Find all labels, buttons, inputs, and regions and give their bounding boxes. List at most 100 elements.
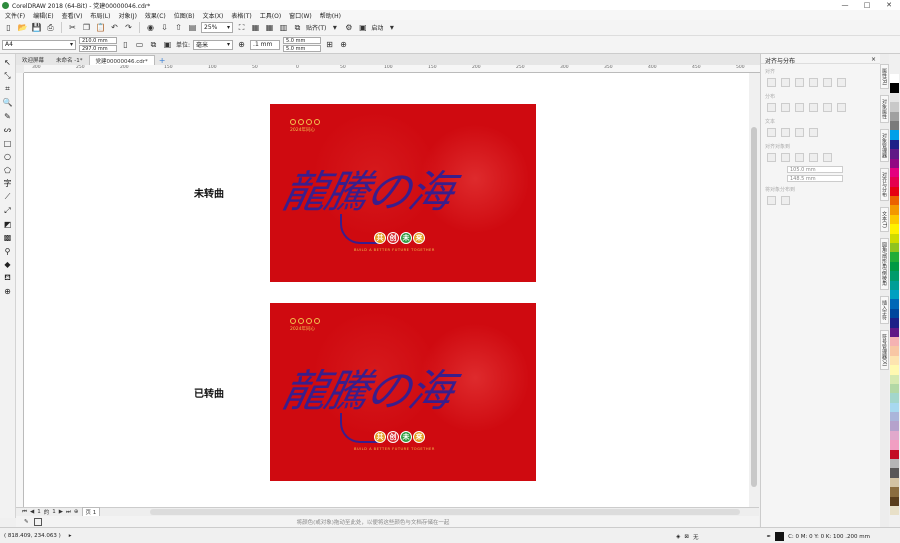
palette-swatch[interactable] [890, 459, 899, 469]
vertical-ruler[interactable] [16, 73, 24, 507]
next-page-icon[interactable]: ▶ [59, 509, 63, 515]
undo-icon[interactable]: ↶ [109, 22, 120, 33]
application-launcher-icon[interactable]: ▣ [357, 22, 368, 33]
palette-swatch[interactable] [890, 102, 899, 112]
vertical-scrollbar[interactable] [749, 73, 759, 507]
palette-swatch[interactable] [890, 412, 899, 422]
all-pages-icon[interactable]: ⧉ [148, 39, 159, 50]
landscape-icon[interactable]: ▭ [134, 39, 145, 50]
distribute-center-icon[interactable] [781, 103, 790, 112]
tab-fillet-chamfer[interactable]: 圆角/扇形角/倒棱角 [880, 238, 889, 290]
active-objects-icon[interactable] [767, 153, 776, 162]
palette-swatch[interactable] [890, 468, 899, 478]
palette-swatch[interactable] [890, 421, 899, 431]
palette-swatch[interactable] [890, 355, 899, 366]
palette-swatch[interactable] [890, 83, 899, 93]
drawing-canvas[interactable]: 未转曲 2024年同心 龍騰の海 共 创 未 来 BUILD A BETTER … [24, 73, 749, 507]
new-document-icon[interactable]: ▯ [3, 22, 14, 33]
text-outline-icon[interactable] [809, 128, 818, 137]
palette-swatch[interactable] [890, 496, 899, 506]
menu-table[interactable]: 表格(T) [228, 11, 256, 20]
eyedropper-tool-icon[interactable]: ⚲ [2, 246, 14, 257]
page-edge-icon[interactable] [781, 153, 790, 162]
palette-swatch[interactable] [890, 299, 899, 309]
menu-edit[interactable]: 编辑(E) [30, 11, 58, 20]
options-gear-icon[interactable]: ⚙ [343, 22, 354, 33]
text-bounding-box-icon[interactable] [795, 128, 804, 137]
specified-point-icon[interactable] [823, 153, 832, 162]
tab-text[interactable]: 文本(T) [880, 207, 889, 233]
import-icon[interactable]: ⇩ [159, 22, 170, 33]
paste-icon[interactable]: 📋 [95, 22, 106, 33]
current-page-number[interactable]: 1 [37, 509, 41, 515]
distribute-spacing-icon[interactable] [809, 103, 818, 112]
portrait-icon[interactable]: ▯ [120, 39, 131, 50]
menu-help[interactable]: 帮助(H) [317, 11, 346, 20]
palette-swatch[interactable] [890, 214, 899, 225]
full-screen-icon[interactable]: ⛶ [236, 22, 247, 33]
chevron-down-icon[interactable]: ▾ [386, 22, 397, 33]
horizontal-ruler[interactable]: 300 250 200 150 100 50 0 50 100 150 200 … [24, 65, 760, 73]
tab-active-document[interactable]: 党建00000046.cdr* [88, 55, 155, 65]
first-page-icon[interactable]: ⏮ [22, 509, 27, 516]
palette-swatch[interactable] [890, 346, 899, 356]
current-page-icon[interactable]: ▣ [162, 39, 173, 50]
menu-text[interactable]: 文本(X) [200, 11, 229, 20]
tab-symbol-manager[interactable]: 符号管理器(X) [880, 329, 889, 371]
zoom-tool-icon[interactable]: 🔍 [2, 98, 14, 109]
y-position-field[interactable]: 148.5 mm [787, 175, 843, 182]
menu-tools[interactable]: 工具(O) [257, 11, 286, 20]
selection-extent-icon[interactable] [767, 196, 776, 205]
align-center-h-icon[interactable] [781, 78, 790, 87]
tab-untitled[interactable]: 未命名 -1* [50, 55, 88, 65]
align-bottom-icon[interactable] [837, 78, 846, 87]
palette-swatch[interactable] [890, 233, 899, 244]
add-page-icon[interactable]: ⊕ [74, 509, 79, 515]
shape-tool-icon[interactable]: ⤡ [2, 71, 14, 82]
palette-swatch[interactable] [890, 252, 899, 262]
chevron-down-icon[interactable]: ▾ [329, 22, 340, 33]
palette-swatch[interactable] [890, 139, 899, 150]
palette-swatch[interactable] [890, 130, 899, 140]
page-height-field[interactable]: 297.0 mm [79, 45, 117, 52]
x-position-field[interactable]: 105.0 mm [787, 166, 843, 173]
open-icon[interactable]: 📂 [17, 22, 28, 33]
transparency-tool-icon[interactable]: ▩ [2, 233, 14, 244]
tab-insert-character[interactable]: 插入字符 [880, 295, 889, 324]
text-last-line-icon[interactable] [781, 128, 790, 137]
menu-window[interactable]: 窗口(W) [286, 11, 317, 20]
copy-icon[interactable]: ❐ [81, 22, 92, 33]
page-center-icon[interactable] [795, 153, 804, 162]
palette-swatch[interactable] [890, 477, 899, 488]
palette-swatch[interactable] [890, 280, 899, 290]
search-content-icon[interactable]: ◉ [145, 22, 156, 33]
menu-bitmaps[interactable]: 位图(B) [171, 11, 200, 20]
close-icon[interactable]: ✕ [878, 0, 900, 10]
palette-swatch[interactable] [890, 505, 899, 516]
page-size-select[interactable]: A4 ▾ [2, 39, 76, 50]
palette-swatch[interactable] [890, 224, 899, 234]
page-width-field[interactable]: 210.0 mm [79, 37, 117, 44]
distribute-bottom-icon[interactable] [837, 103, 846, 112]
align-right-icon[interactable] [795, 78, 804, 87]
crop-tool-icon[interactable]: ⌗ [2, 84, 14, 95]
palette-swatch[interactable] [890, 92, 899, 103]
palette-swatch[interactable] [890, 261, 899, 272]
distribute-right-icon[interactable] [795, 103, 804, 112]
redo-icon[interactable]: ↷ [123, 22, 134, 33]
drop-shadow-icon[interactable]: ◩ [2, 219, 14, 230]
horizontal-scrollbar[interactable] [150, 509, 740, 515]
add-tool-icon[interactable]: ⊕ [2, 287, 14, 298]
duplicate-y-field[interactable]: 5.0 mm [283, 45, 322, 52]
polygon-tool-icon[interactable]: ⬠ [2, 165, 14, 176]
guidelines-icon[interactable]: ▥ [278, 22, 289, 33]
menu-view[interactable]: 查看(V) [59, 11, 88, 20]
maximize-icon[interactable]: □ [856, 0, 878, 10]
palette-swatch[interactable] [890, 440, 899, 450]
ruler-origin[interactable] [16, 65, 24, 73]
palette-swatch[interactable] [890, 186, 899, 197]
freehand-tool-icon[interactable]: ✎ [2, 111, 14, 122]
parallel-dimension-icon[interactable]: ⟋ [2, 192, 14, 203]
text-tool-icon[interactable]: 字 [2, 179, 14, 190]
palette-swatch[interactable] [890, 402, 899, 413]
